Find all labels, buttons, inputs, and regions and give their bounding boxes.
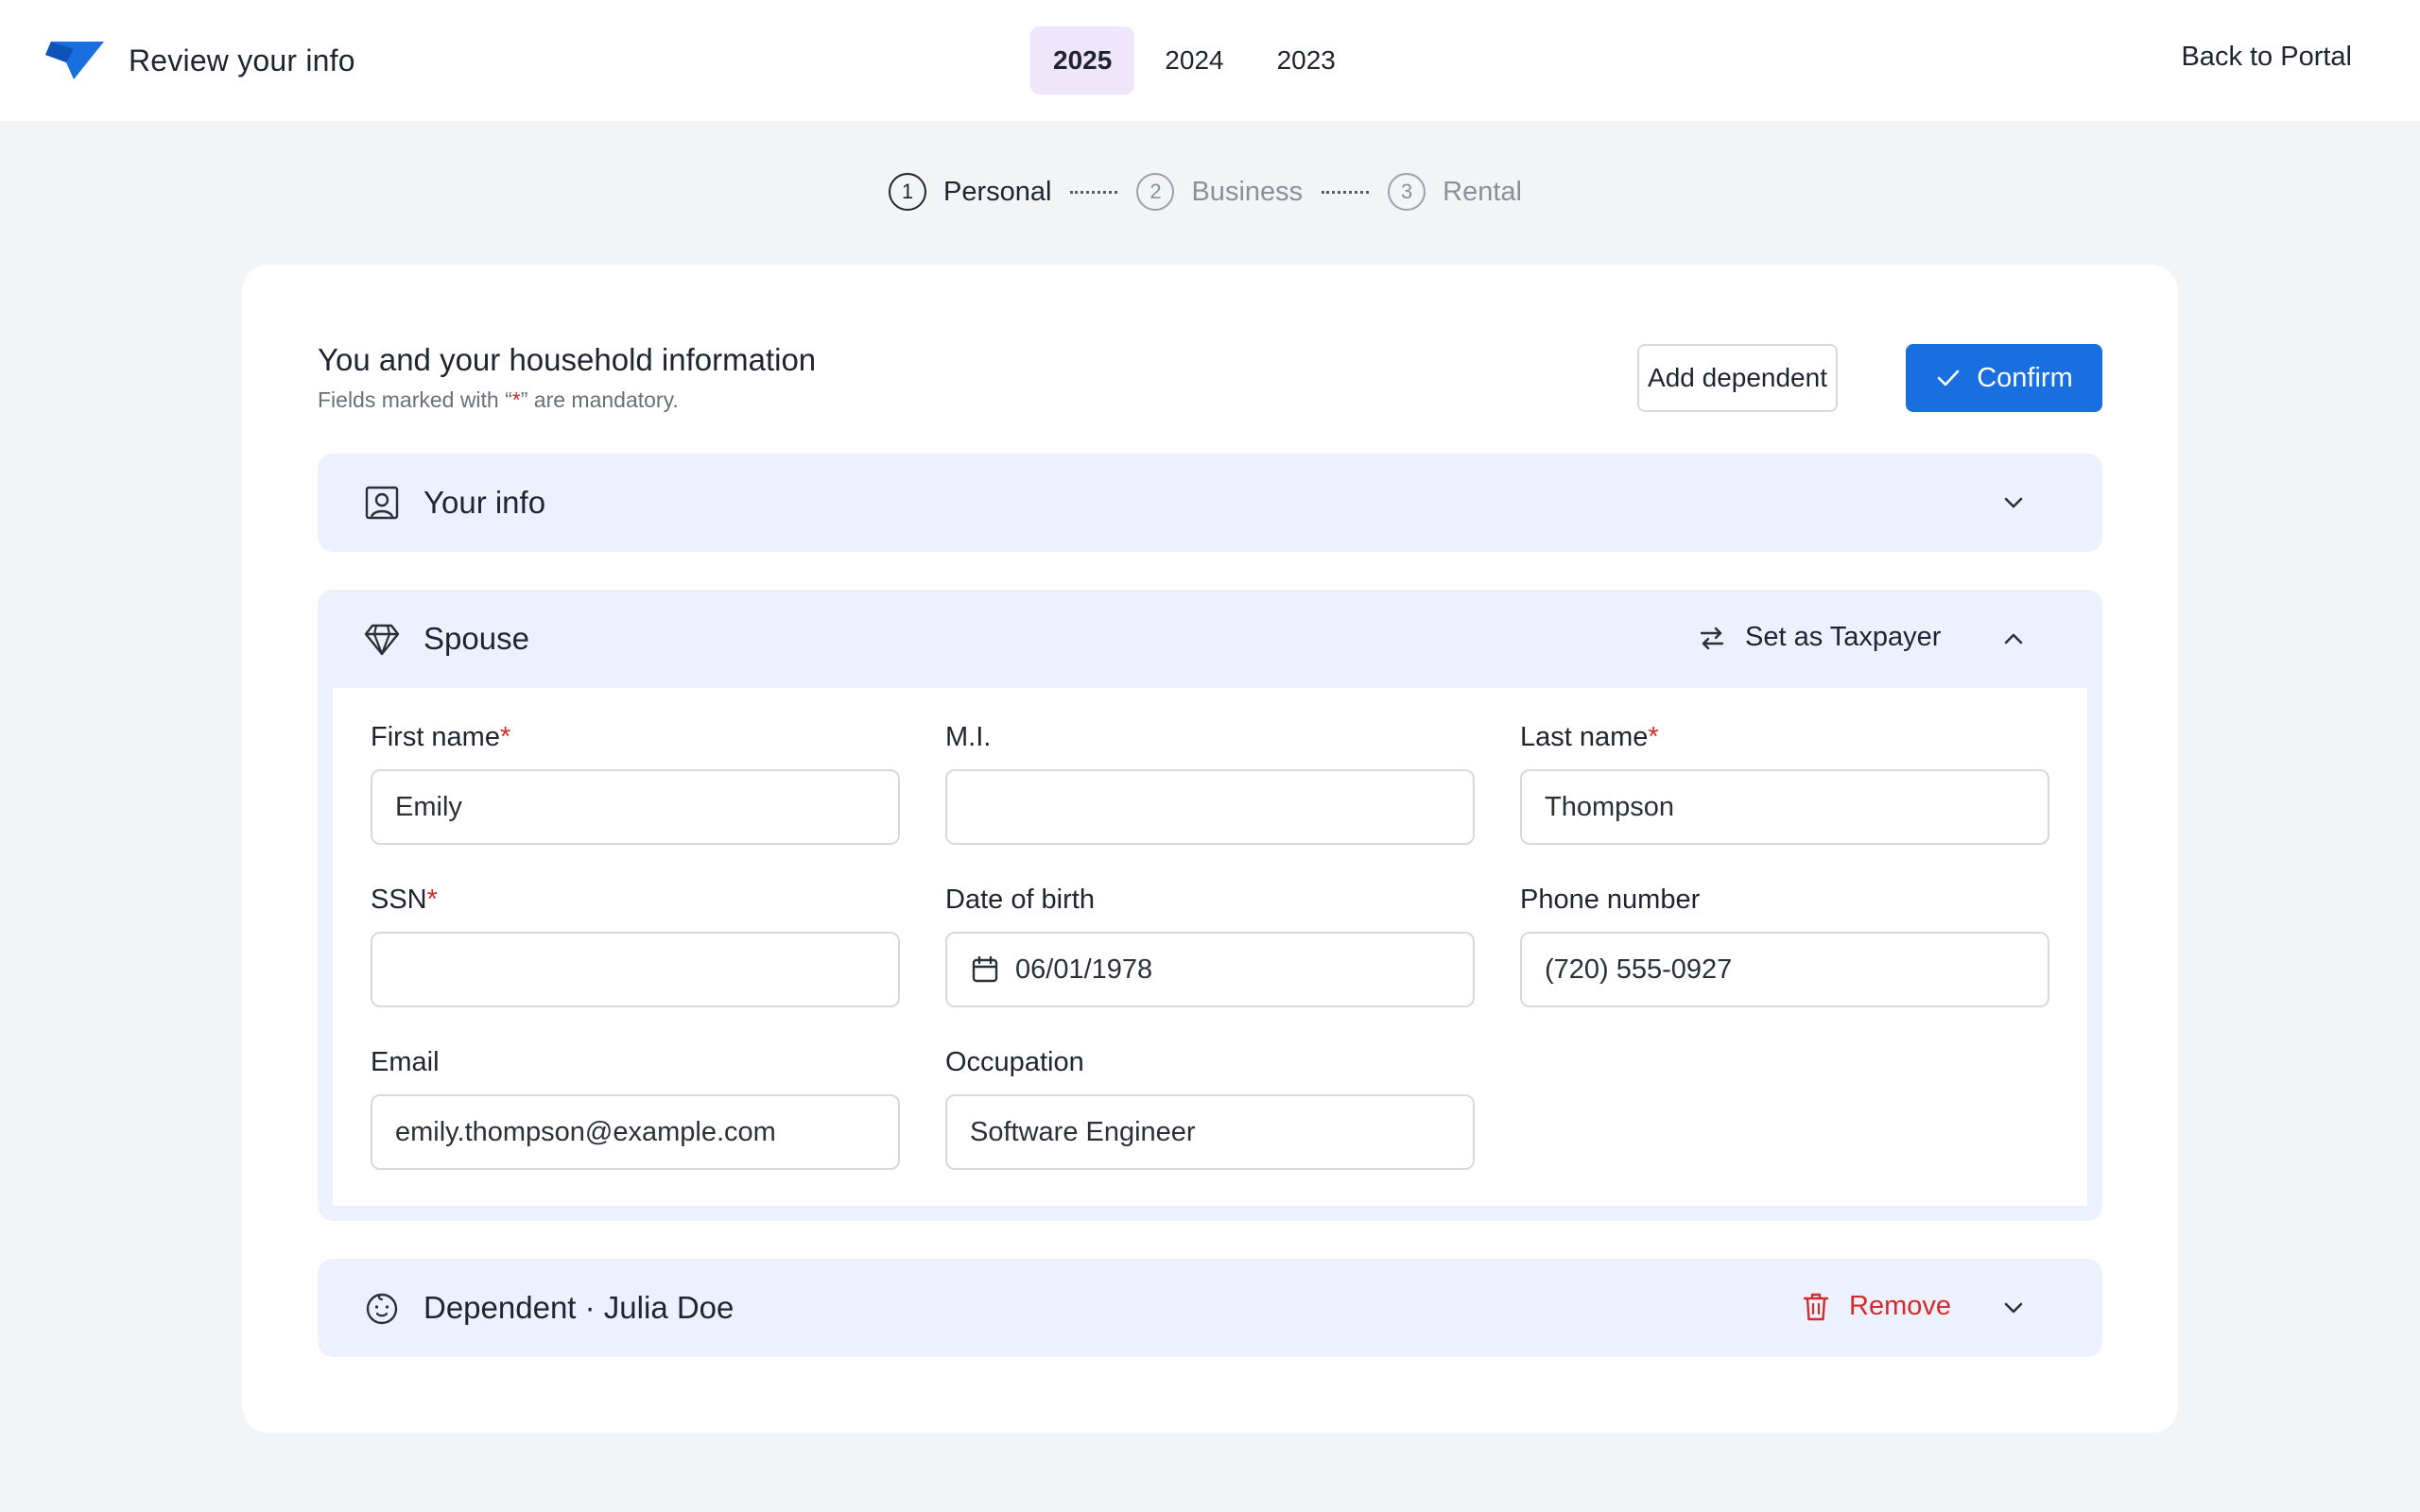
mi-input[interactable] bbox=[945, 769, 1475, 845]
occupation-label: Occupation bbox=[945, 1047, 1084, 1077]
step-label: Rental bbox=[1443, 176, 1522, 207]
email-input[interactable]: emily.thompson@example.com bbox=[371, 1094, 900, 1170]
phone-field-group: Phone number (720) 555-0927 bbox=[1520, 885, 2049, 1007]
logo-icon bbox=[45, 42, 104, 79]
dob-field-group: Date of birth 06/01/1978 bbox=[945, 885, 1475, 1007]
step-rental[interactable]: 3 Rental bbox=[1388, 173, 1522, 211]
step-number: 3 bbox=[1388, 173, 1426, 211]
step-number: 1 bbox=[889, 173, 926, 211]
card-subtitle: Fields marked with “*” are mandatory. bbox=[318, 387, 679, 413]
chevron-up-icon[interactable] bbox=[2000, 626, 2027, 652]
brand: Review your info bbox=[45, 38, 355, 83]
spouse-form: First name* Emily M.I. Last name* Thomps… bbox=[333, 688, 2087, 1206]
step-business[interactable]: 2 Business bbox=[1136, 173, 1303, 211]
section-header[interactable]: Spouse Set as Taxpayer bbox=[318, 590, 2102, 688]
set-as-taxpayer-button[interactable]: Set as Taxpayer bbox=[1698, 622, 1941, 653]
back-to-portal-link[interactable]: Back to Portal bbox=[2181, 42, 2352, 73]
top-bar: Review your info 2025 2024 2023 Back to … bbox=[0, 0, 2420, 121]
last-name-field-group: Last name* Thompson bbox=[1520, 722, 2049, 845]
ssn-input[interactable] bbox=[371, 932, 900, 1007]
step-personal[interactable]: 1 Personal bbox=[889, 173, 1051, 211]
household-card: You and your household information Field… bbox=[242, 265, 2178, 1433]
section-your-info: Your info bbox=[318, 454, 2102, 552]
phone-label: Phone number bbox=[1520, 885, 1701, 915]
section-title: Dependent · Julia Doe bbox=[424, 1290, 735, 1325]
section-title: Spouse bbox=[424, 621, 529, 656]
dob-value: 06/01/1978 bbox=[1015, 954, 1153, 985]
mi-label: M.I. bbox=[945, 722, 992, 752]
stepper: 1 Personal 2 Business 3 Rental bbox=[889, 173, 1522, 211]
confirm-label: Confirm bbox=[1977, 362, 2073, 393]
required-star: * bbox=[511, 387, 521, 412]
calendar-icon bbox=[972, 955, 998, 983]
first-name-input[interactable]: Emily bbox=[371, 769, 900, 845]
section-header[interactable]: Your info bbox=[318, 454, 2102, 552]
date-of-birth-input[interactable]: 06/01/1978 bbox=[945, 932, 1475, 1007]
occupation-input[interactable]: Software Engineer bbox=[945, 1094, 1475, 1170]
section-dependent: Dependent · Julia Doe Remove bbox=[318, 1259, 2102, 1357]
tab-year-2023[interactable]: 2023 bbox=[1254, 26, 1358, 94]
email-field-group: Email emily.thompson@example.com bbox=[371, 1047, 900, 1170]
first-name-field-group: First name* Emily bbox=[371, 722, 900, 845]
card-title: You and your household information bbox=[318, 342, 817, 377]
dob-label: Date of birth bbox=[945, 885, 1095, 915]
diamond-icon bbox=[364, 624, 400, 656]
last-name-input[interactable]: Thompson bbox=[1520, 769, 2049, 845]
step-label: Personal bbox=[943, 176, 1052, 207]
section-header[interactable]: Dependent · Julia Doe Remove bbox=[318, 1259, 2102, 1357]
subtitle-prefix: Fields marked with “ bbox=[318, 387, 512, 412]
email-label: Email bbox=[371, 1047, 440, 1077]
remove-label: Remove bbox=[1849, 1291, 1951, 1321]
check-icon bbox=[1937, 369, 1960, 387]
remove-dependent-button[interactable]: Remove bbox=[1802, 1291, 1951, 1322]
swap-icon bbox=[1700, 627, 1724, 649]
ssn-field-group: SSN* bbox=[371, 885, 900, 1007]
ssn-label: SSN* bbox=[371, 885, 438, 915]
step-separator bbox=[1322, 190, 1370, 194]
page-title: Review your info bbox=[129, 43, 355, 77]
occupation-field-group: Occupation Software Engineer bbox=[945, 1047, 1475, 1170]
user-square-icon bbox=[365, 486, 399, 520]
year-tabs: 2025 2024 2023 bbox=[1030, 26, 1366, 94]
mi-field-group: M.I. bbox=[945, 722, 1475, 845]
confirm-button[interactable]: Confirm bbox=[1906, 344, 2102, 412]
step-number: 2 bbox=[1136, 173, 1175, 211]
chevron-down-icon[interactable] bbox=[2000, 1295, 2027, 1321]
tab-year-2024[interactable]: 2024 bbox=[1142, 26, 1246, 94]
baby-face-icon bbox=[366, 1293, 398, 1325]
set-as-taxpayer-label: Set as Taxpayer bbox=[1745, 622, 1942, 652]
chevron-down-icon[interactable] bbox=[2000, 490, 2027, 516]
trash-icon bbox=[1803, 1293, 1829, 1320]
add-dependent-button[interactable]: Add dependent bbox=[1637, 344, 1838, 412]
subtitle-suffix: ” are mandatory. bbox=[520, 387, 679, 412]
first-name-label: First name* bbox=[371, 722, 511, 752]
section-spouse: Spouse Set as Taxpayer First name* Emily bbox=[318, 590, 2102, 1221]
last-name-label: Last name* bbox=[1520, 722, 1659, 752]
step-label: Business bbox=[1191, 176, 1304, 207]
section-title: Your info bbox=[424, 485, 546, 520]
step-separator bbox=[1070, 190, 1118, 194]
tab-year-2025[interactable]: 2025 bbox=[1030, 26, 1135, 94]
phone-input[interactable]: (720) 555-0927 bbox=[1520, 932, 2049, 1007]
